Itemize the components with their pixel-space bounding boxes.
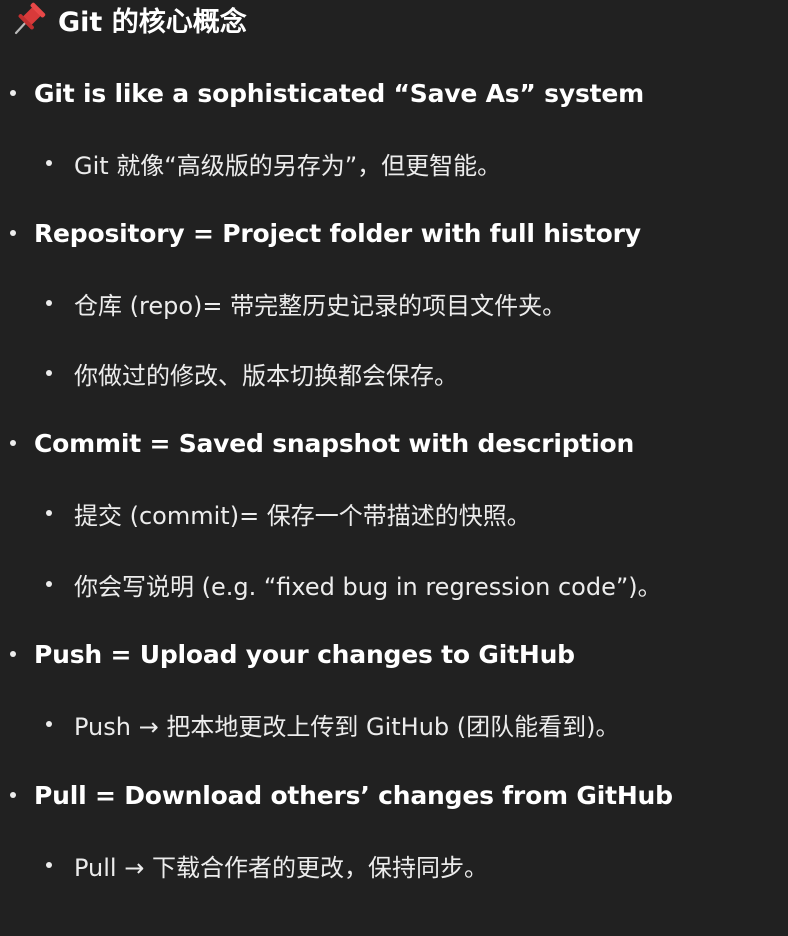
sub-list-item-text: 提交 (commit)= 保存一个带描述的快照。 [74, 501, 531, 530]
bullet-icon [10, 792, 16, 798]
list-item-text: Pull = Download others’ changes from Git… [34, 780, 673, 810]
sub-list-item-text: Push → 把本地更改上传到 GitHub (团队能看到)。 [74, 712, 620, 741]
title-text: Git 的核心概念 [58, 6, 247, 38]
list-item-text: Push = Upload your changes to GitHub [34, 639, 575, 669]
sub-list-item: 仓库 (repo)= 带完整历史记录的项目文件夹。 [46, 284, 566, 322]
bullet-icon [46, 862, 52, 868]
bullet-icon [46, 160, 52, 166]
bullet-icon [46, 581, 52, 587]
pushpin-icon [12, 2, 48, 36]
list-item-pull: Pull = Download others’ changes from Git… [10, 776, 673, 814]
sub-list-item-text: Git 就像“高级版的另存为”，但更智能。 [74, 151, 502, 180]
bullet-icon [10, 90, 16, 96]
bullet-icon [46, 300, 52, 306]
sub-list-item: 你做过的修改、版本切换都会保存。 [46, 354, 458, 392]
list-item-push: Push = Upload your changes to GitHub [10, 635, 575, 673]
sub-list-item-text: 你做过的修改、版本切换都会保存。 [74, 361, 458, 390]
sub-list-item: Git 就像“高级版的另存为”，但更智能。 [46, 144, 501, 182]
page-title: Git 的核心概念 [12, 2, 247, 38]
bullet-icon [46, 510, 52, 516]
list-item-save-as: Git is like a sophisticated “Save As” sy… [10, 74, 644, 112]
list-item-commit: Commit = Saved snapshot with description [10, 424, 634, 462]
bullet-icon [10, 651, 16, 657]
bullet-icon [10, 230, 16, 236]
sub-list-item-text: 仓库 (repo)= 带完整历史记录的项目文件夹。 [74, 291, 567, 320]
sub-list-item-text: 你会写说明 (e.g. “fixed bug in regression cod… [74, 572, 662, 601]
list-item-text: Repository = Project folder with full hi… [34, 218, 641, 248]
list-item-text: Commit = Saved snapshot with description [34, 428, 635, 458]
sub-list-item: 你会写说明 (e.g. “fixed bug in regression cod… [46, 565, 662, 603]
bullet-icon [46, 370, 52, 376]
bullet-icon [10, 440, 16, 446]
bullet-icon [46, 721, 52, 727]
list-item-text: Git is like a sophisticated “Save As” sy… [34, 78, 644, 108]
sub-list-item: 提交 (commit)= 保存一个带描述的快照。 [46, 494, 531, 532]
sub-list-item: Push → 把本地更改上传到 GitHub (团队能看到)。 [46, 705, 620, 743]
sub-list-item-text: Pull → 下载合作者的更改，保持同步。 [74, 853, 488, 882]
sub-list-item: Pull → 下载合作者的更改，保持同步。 [46, 846, 488, 884]
list-item-repository: Repository = Project folder with full hi… [10, 214, 641, 252]
